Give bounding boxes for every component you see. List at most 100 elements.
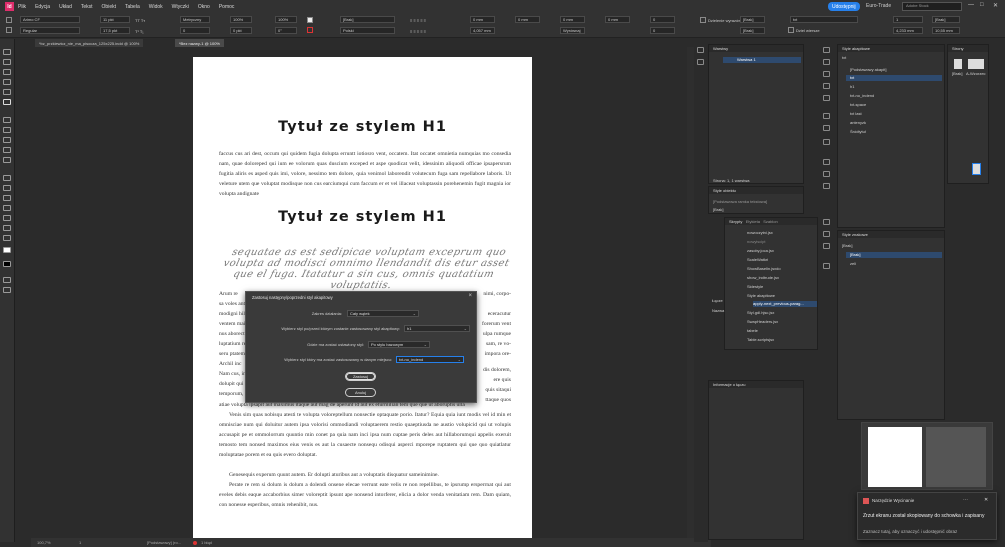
target-style-select[interactable]: h1 ⌄: [404, 325, 470, 332]
para-style-item[interactable]: antenyzk: [850, 120, 866, 125]
script-item-selected[interactable]: apply-next_previous-parag...: [753, 301, 817, 307]
stock-search-input[interactable]: Adobe Stock: [902, 2, 962, 11]
body-paragraph-6[interactable]: Perate re rem si dolum is dolum a dolend…: [219, 480, 511, 510]
font-size-field[interactable]: 11 pkt: [100, 16, 130, 23]
character-icon[interactable]: [823, 219, 830, 225]
caps-buttons[interactable]: TT Tт: [135, 18, 145, 23]
menu-object[interactable]: Obiekt: [102, 4, 116, 10]
layer-row[interactable]: Warstwa 1: [723, 57, 801, 63]
stroke-text-icon[interactable]: [307, 27, 313, 33]
pages-panel-icon[interactable]: [697, 47, 704, 53]
para-style-item[interactable]: Śródtytuł: [850, 129, 866, 134]
screen-mode-icon[interactable]: [3, 277, 11, 283]
note-tool-icon[interactable]: [3, 205, 11, 211]
object-style-item[interactable]: [Brak]: [713, 207, 723, 212]
script-item[interactable]: Table.scriptsjsx: [747, 337, 774, 342]
selection-tool-icon[interactable]: [3, 49, 11, 55]
page-tool-icon[interactable]: [3, 69, 11, 75]
char-style-item[interactable]: zeli: [850, 261, 856, 266]
glyphs-icon[interactable]: [823, 243, 830, 249]
para-mode-icon[interactable]: [6, 27, 12, 33]
pathfinder-icon[interactable]: [823, 183, 830, 189]
apply-style-select[interactable]: txt-no_indend ⌄: [396, 356, 464, 363]
menu-edit[interactable]: Edycja: [35, 4, 50, 10]
menu-text[interactable]: Tekst: [81, 4, 93, 10]
workspace-switcher[interactable]: Euro-Trade: [866, 3, 891, 9]
justify-buttons[interactable]: ≡ ≡ ≡ ≡ ≡: [410, 29, 426, 34]
rectangle-tool-icon[interactable]: [3, 157, 11, 163]
vertical-scale-field[interactable]: 100%: [230, 16, 252, 23]
char-style-select[interactable]: [Brak]: [340, 16, 395, 23]
menu-window[interactable]: Okno: [198, 4, 210, 10]
para-style-item[interactable]: txt last: [850, 111, 862, 116]
layout-select[interactable]: [Podstawowy] (ro...: [147, 540, 181, 545]
snipping-notification[interactable]: Narzędzie Wycinanie ⋯ ✕ Zrzut ekranu zos…: [857, 492, 997, 540]
page-number[interactable]: 1: [79, 540, 81, 545]
menu-layout[interactable]: Układ: [59, 4, 72, 10]
more-options-icon[interactable]: ⋯: [963, 497, 968, 503]
maximize-icon[interactable]: □: [980, 2, 984, 8]
body-paragraph-1[interactable]: faccus cus ari dest, occum qui quidem fu…: [219, 149, 511, 199]
skew-field[interactable]: 0°: [275, 27, 297, 34]
zoom-level[interactable]: 100,7%: [37, 540, 51, 545]
align-buttons[interactable]: ≡ ≡ ≡ ≡ ≡: [410, 18, 426, 23]
para-style-item-selected[interactable]: txt: [846, 75, 942, 81]
tab-scripts[interactable]: Skrypty: [729, 219, 742, 224]
content-collector-icon[interactable]: [3, 89, 11, 95]
script-folder[interactable]: tabele: [747, 328, 758, 333]
tab-document-2[interactable]: *Bez nazwy-1 @ 100%: [175, 39, 224, 47]
function-icon[interactable]: [823, 139, 830, 145]
col-width-field[interactable]: 10,55 mm: [932, 27, 960, 34]
free-transform-tool-icon[interactable]: [3, 185, 11, 191]
link-info-header[interactable]: Informacje o łączu: [709, 381, 803, 388]
cancel-button[interactable]: Anuluj: [345, 388, 376, 397]
effects-icon[interactable]: [823, 113, 830, 119]
stroke-swatch-icon[interactable]: [3, 261, 11, 267]
leading-field[interactable]: 17,5 pkt: [100, 27, 130, 34]
char-style-item-selected[interactable]: [Brak]: [846, 252, 942, 258]
baseline-field[interactable]: 0 pkt: [230, 27, 252, 34]
menu-plugins[interactable]: Wtyczki: [172, 4, 189, 10]
char-mode-icon[interactable]: [6, 17, 12, 23]
script-item[interactable]: nowyiscipt: [747, 239, 765, 244]
space-after-field[interactable]: 0 mm: [605, 16, 630, 23]
script-item[interactable]: zasoby.joca.jsx: [747, 248, 774, 253]
dialog-close-icon[interactable]: ×: [468, 293, 472, 299]
pen-tool-icon[interactable]: [3, 127, 11, 133]
space-before-field[interactable]: 0 mm: [560, 16, 585, 23]
left-indent-field[interactable]: 0 mm: [470, 16, 495, 23]
a-master-thumb[interactable]: [968, 59, 984, 69]
tab-label[interactable]: Etykieta: [746, 219, 760, 224]
first-indent-field[interactable]: 4,057 mm: [470, 27, 495, 34]
notification-close-icon[interactable]: ✕: [984, 497, 988, 503]
drop-cap-lines-field[interactable]: 0: [650, 16, 675, 23]
direct-selection-tool-icon[interactable]: [3, 59, 11, 65]
menu-help[interactable]: Pomoc: [219, 4, 235, 10]
grid-checkbox[interactable]: [788, 27, 794, 33]
preview-mode-icon[interactable]: [3, 287, 11, 293]
apply-button[interactable]: Zastosuj: [345, 372, 376, 381]
script-item[interactable]: SwapHeaders.jsx: [747, 319, 778, 324]
body-paragraph-2-right[interactable]: nimi, corpo-: [471, 289, 511, 299]
share-button[interactable]: Udostępnij: [828, 2, 860, 11]
tab-document-1[interactable]: *bz_przkiewicz_nie_ma_pisocza_125x225.in…: [35, 39, 144, 47]
page-1-thumb[interactable]: [972, 163, 981, 175]
swatches-icon[interactable]: [823, 95, 830, 101]
script-folder[interactable]: Sidestyle: [747, 284, 763, 289]
vertical-scrollbar[interactable]: [687, 47, 694, 538]
right-indent-field[interactable]: 0 mm: [515, 16, 540, 23]
close-window-icon[interactable]: ✕: [993, 2, 998, 9]
line-tool-icon[interactable]: [3, 117, 11, 123]
screenshot-thumbnail[interactable]: [861, 422, 993, 490]
minimize-icon[interactable]: —: [968, 2, 974, 8]
none-master-thumb[interactable]: [954, 59, 962, 69]
alignment-select[interactable]: Wyrównaj: [560, 27, 585, 34]
zoom-tool-icon[interactable]: [3, 235, 11, 241]
para-style-item[interactable]: txt-no_indend: [850, 93, 874, 98]
color-icon[interactable]: [823, 83, 830, 89]
fill-swatch-icon[interactable]: [3, 247, 11, 253]
type-tool-icon[interactable]: [3, 99, 11, 105]
eyedropper-tool-icon[interactable]: [3, 215, 11, 221]
para-style-item[interactable]: txt-space: [850, 102, 866, 107]
stroke-icon[interactable]: [823, 71, 830, 77]
